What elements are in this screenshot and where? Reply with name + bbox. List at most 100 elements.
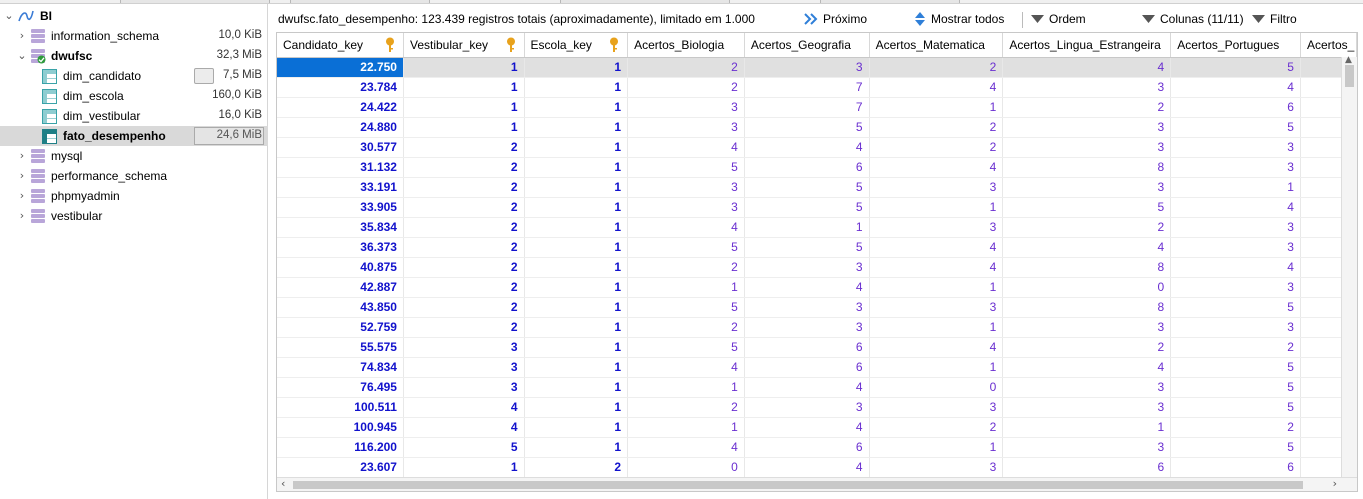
table-cell[interactable]: 3 xyxy=(1170,217,1301,238)
table-cell[interactable]: 30.577 xyxy=(277,137,404,158)
table-cell[interactable]: 0 xyxy=(627,457,745,478)
table-row[interactable]: 55.575 3 1 5 6 4 2 2 xyxy=(277,337,1357,358)
table-cell[interactable]: 3 xyxy=(869,177,1004,198)
table-cell[interactable]: 6 xyxy=(744,357,870,378)
table-cell[interactable]: 3 xyxy=(869,297,1004,318)
table-cell[interactable]: 33.191 xyxy=(277,177,404,198)
table-cell[interactable]: 3 xyxy=(403,337,525,358)
chevron-down-icon[interactable]: ⌄ xyxy=(4,10,14,21)
table-cell[interactable]: 5 xyxy=(1170,297,1301,318)
filter-button[interactable]: Filtro xyxy=(1252,10,1297,28)
table-cell[interactable]: 5 xyxy=(1002,197,1172,218)
table-row[interactable]: 36.373 2 1 5 5 4 4 3 xyxy=(277,237,1357,258)
table-cell[interactable]: 5 xyxy=(744,117,870,138)
table-cell[interactable]: 3 xyxy=(1002,77,1172,98)
table-cell[interactable]: 3 xyxy=(627,117,745,138)
table-row[interactable]: 23.607 1 2 0 4 3 6 6 xyxy=(277,457,1357,478)
table-row[interactable]: 43.850 2 1 5 3 3 8 5 xyxy=(277,297,1357,318)
table-cell[interactable]: 3 xyxy=(1170,137,1301,158)
table-cell[interactable]: 76.495 xyxy=(277,377,404,398)
tree-item-fato-desempenho[interactable]: fato_desempenho 24,6 MiB xyxy=(0,126,268,146)
table-cell[interactable]: 1 xyxy=(403,117,525,138)
table-cell[interactable]: 1 xyxy=(869,357,1004,378)
chevron-down-icon[interactable]: ⌄ xyxy=(17,50,27,61)
table-cell[interactable]: 3 xyxy=(1170,237,1301,258)
table-cell[interactable]: 7 xyxy=(744,77,870,98)
table-cell[interactable]: 1 xyxy=(524,117,629,138)
table-cell[interactable]: 8 xyxy=(1002,297,1172,318)
tree-item-information-schema[interactable]: › information_schema 10,0 KiB xyxy=(0,26,268,46)
table-cell[interactable]: 23.607 xyxy=(277,457,404,478)
table-cell[interactable]: 1 xyxy=(869,317,1004,338)
table-cell[interactable]: 3 xyxy=(869,217,1004,238)
columns-button[interactable]: Colunas (11/11) xyxy=(1142,10,1244,28)
table-row[interactable]: 52.759 2 1 2 3 1 3 3 xyxy=(277,317,1357,338)
tab-fragment[interactable] xyxy=(820,0,960,3)
show-all-button[interactable]: Mostrar todos xyxy=(914,10,1004,28)
table-cell[interactable]: 4 xyxy=(1002,57,1172,78)
table-cell[interactable]: 1 xyxy=(524,397,629,418)
table-cell[interactable]: 4 xyxy=(869,77,1004,98)
table-row[interactable]: 74.834 3 1 4 6 1 4 5 xyxy=(277,357,1357,378)
table-cell[interactable]: 8 xyxy=(1002,257,1172,278)
table-cell[interactable]: 2 xyxy=(1170,337,1301,358)
table-row[interactable]: 42.887 2 1 1 4 1 0 3 xyxy=(277,277,1357,298)
next-button[interactable]: Próximo xyxy=(803,10,867,28)
table-cell[interactable]: 1 xyxy=(627,277,745,298)
table-cell[interactable]: 1 xyxy=(403,77,525,98)
table-cell[interactable]: 2 xyxy=(403,237,525,258)
table-cell[interactable]: 43.850 xyxy=(277,297,404,318)
table-cell[interactable]: 1 xyxy=(869,197,1004,218)
table-cell[interactable]: 1 xyxy=(524,277,629,298)
table-cell[interactable]: 1 xyxy=(524,137,629,158)
table-cell[interactable]: 1 xyxy=(524,337,629,358)
table-row[interactable]: 31.132 2 1 5 6 4 8 3 xyxy=(277,157,1357,178)
table-cell[interactable]: 5 xyxy=(1170,357,1301,378)
table-cell[interactable]: 5 xyxy=(1170,117,1301,138)
table-cell[interactable]: 1 xyxy=(1002,417,1172,438)
table-cell[interactable]: 5 xyxy=(403,437,525,458)
table-cell[interactable]: 4 xyxy=(403,417,525,438)
table-cell[interactable]: 3 xyxy=(1002,377,1172,398)
table-cell[interactable]: 3 xyxy=(1002,117,1172,138)
col-header-acertos-portugues[interactable]: Acertos_Portugues xyxy=(1170,33,1301,58)
table-cell[interactable]: 1 xyxy=(403,57,525,78)
table-cell[interactable]: 1 xyxy=(524,57,629,78)
table-cell[interactable]: 5 xyxy=(1170,437,1301,458)
table-cell[interactable]: 1 xyxy=(524,77,629,98)
table-row[interactable]: 33.905 2 1 3 5 1 5 4 xyxy=(277,197,1357,218)
table-cell[interactable]: 2 xyxy=(403,137,525,158)
col-header-acertos-lingua-estrangeira[interactable]: Acertos_Lingua_Estrangeira xyxy=(1002,33,1172,58)
tab-fragment[interactable] xyxy=(560,0,730,3)
tree-item-dim-vestibular[interactable]: dim_vestibular 16,0 KiB xyxy=(0,106,268,126)
table-cell[interactable]: 2 xyxy=(1170,417,1301,438)
table-cell[interactable]: 3 xyxy=(1170,277,1301,298)
table-cell[interactable]: 2 xyxy=(1002,337,1172,358)
table-cell[interactable]: 2 xyxy=(1002,217,1172,238)
table-cell[interactable]: 4 xyxy=(627,437,745,458)
table-cell[interactable]: 1 xyxy=(869,437,1004,458)
chevron-right-icon[interactable]: › xyxy=(17,190,27,201)
table-cell[interactable]: 2 xyxy=(869,417,1004,438)
table-cell[interactable]: 2 xyxy=(627,57,745,78)
table-cell[interactable]: 4 xyxy=(1170,77,1301,98)
table-cell[interactable]: 5 xyxy=(627,237,745,258)
scrollbar-thumb[interactable] xyxy=(1345,65,1354,87)
table-cell[interactable]: 3 xyxy=(1170,157,1301,178)
table-cell[interactable]: 8 xyxy=(1002,157,1172,178)
table-cell[interactable]: 35.834 xyxy=(277,217,404,238)
chevron-right-icon[interactable]: › xyxy=(17,170,27,181)
table-cell[interactable]: 23.784 xyxy=(277,77,404,98)
table-cell[interactable]: 4 xyxy=(1002,357,1172,378)
table-cell[interactable]: 5 xyxy=(744,197,870,218)
tree-item-dim-escola[interactable]: dim_escola 160,0 KiB xyxy=(0,86,268,106)
table-cell[interactable]: 4 xyxy=(1002,237,1172,258)
table-cell[interactable]: 55.575 xyxy=(277,337,404,358)
table-cell[interactable]: 3 xyxy=(1002,317,1172,338)
table-cell[interactable]: 1 xyxy=(524,417,629,438)
chevron-right-icon[interactable]: › xyxy=(17,30,27,41)
table-cell[interactable]: 4 xyxy=(869,257,1004,278)
table-cell[interactable]: 4 xyxy=(744,377,870,398)
table-cell[interactable]: 3 xyxy=(403,377,525,398)
table-cell[interactable]: 3 xyxy=(627,197,745,218)
